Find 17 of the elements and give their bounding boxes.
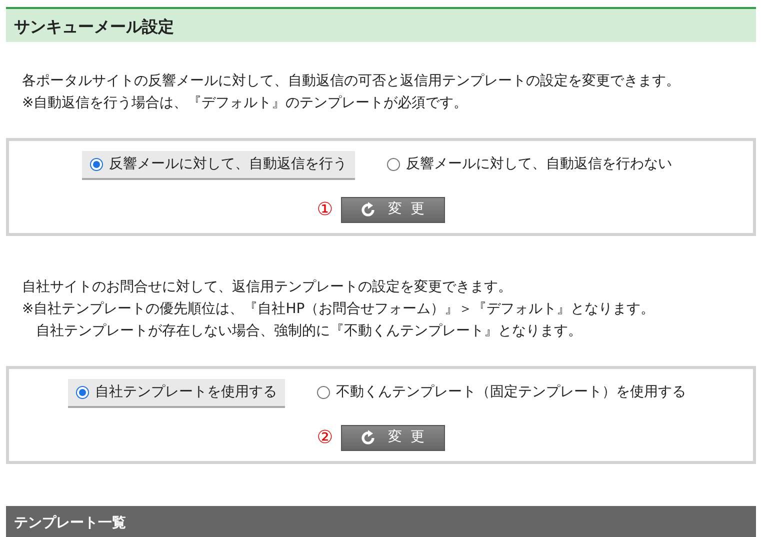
description-text: ※自社テンプレートの優先順位は、『自社HP（お問合せフォーム）』＞『デフォルト』となります。 [22,300,656,319]
change-button[interactable]: 変 更 [341,196,446,222]
refresh-icon [360,202,376,218]
step-number: ① [316,198,334,222]
radio-option[interactable]: 反響メールに対して、自動返信を行わない [379,151,680,180]
change-button[interactable]: 変 更 [341,424,446,450]
description-text: 自社テンプレートが存在しない場合、強制的に『不動くんテンプレート』となります。 [35,322,583,341]
page-title: サンキューメール設定 [6,7,756,42]
radio-option[interactable]: 不動くんテンプレート（固定テンプレート）を使用する [309,379,694,408]
section-header: テンプレート一覧 [6,506,756,537]
radio-option[interactable]: 自社テンプレートを使用する [68,379,285,408]
step-number: ② [316,426,334,450]
description-text: ※自動返信を行う場合は、『デフォルト』のテンプレートが必須です。 [22,94,469,113]
description-text: 各ポータルサイトの反響メールに対して、自動返信の可否と返信用テンプレートの設定を変更できます。 [22,72,681,91]
refresh-icon [360,430,376,446]
radio-option[interactable]: 反響メールに対して、自動返信を行う [82,151,355,180]
description-text: 自社サイトのお問合せに対して、返信用テンプレートの設定を変更できます。 [22,278,513,297]
